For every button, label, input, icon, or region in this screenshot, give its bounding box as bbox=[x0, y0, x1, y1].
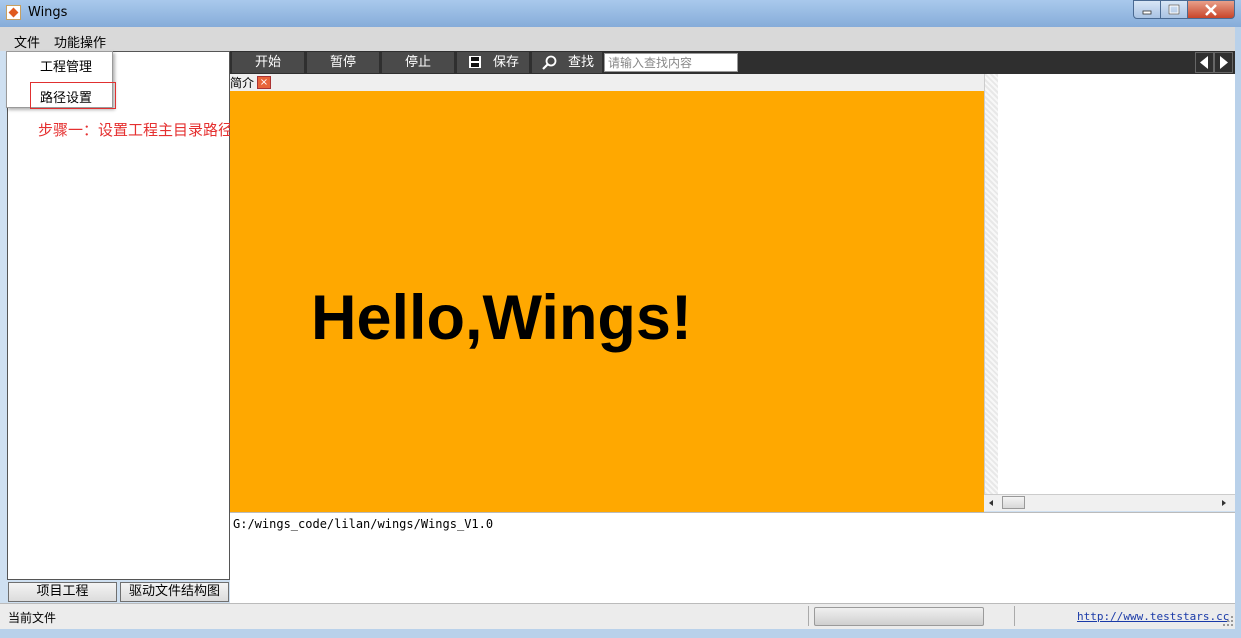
website-link[interactable]: http://www.teststars.cc bbox=[1077, 610, 1229, 623]
arrow-left-icon bbox=[1200, 56, 1208, 69]
close-icon bbox=[1205, 3, 1217, 16]
scroll-right-button[interactable] bbox=[1214, 52, 1233, 73]
pause-button[interactable]: 暂停 bbox=[307, 52, 379, 73]
app-icon bbox=[6, 5, 21, 20]
start-button[interactable]: 开始 bbox=[232, 52, 304, 73]
minimize-icon bbox=[1142, 10, 1152, 14]
project-tab-button[interactable]: 项目工程 bbox=[8, 582, 117, 602]
save-button[interactable]: 保存 bbox=[457, 52, 529, 73]
search-icon bbox=[542, 55, 557, 70]
window-frame bbox=[1235, 27, 1241, 638]
menu-bar bbox=[0, 27, 1241, 51]
window-title: Wings bbox=[28, 5, 68, 20]
scroll-left-button[interactable] bbox=[1195, 52, 1214, 73]
current-file-label: 当前文件 bbox=[8, 611, 57, 625]
maximize-button[interactable] bbox=[1160, 0, 1188, 19]
status-divider bbox=[1014, 606, 1015, 626]
title-bar bbox=[0, 0, 1241, 27]
driver-structure-tab-button[interactable]: 驱动文件结构图 bbox=[120, 582, 229, 602]
hello-text: Hello,Wings! bbox=[311, 283, 692, 353]
search-input[interactable] bbox=[604, 53, 738, 72]
find-button[interactable]: 查找 bbox=[532, 52, 602, 73]
scroll-right-arrow-icon bbox=[1222, 500, 1226, 506]
path-text: G:/wings_code/lilan/wings/Wings_V1.0 bbox=[233, 517, 494, 531]
tab-intro[interactable]: 简介 bbox=[230, 74, 254, 91]
step-annotation: 步骤一：设置工程主目录路径 bbox=[38, 121, 234, 139]
tab-strip bbox=[230, 74, 984, 91]
menu-item-project-management[interactable]: 工程管理 bbox=[40, 56, 92, 75]
highlight-box bbox=[30, 82, 116, 109]
scroll-left-arrow-icon bbox=[989, 500, 993, 506]
close-button[interactable] bbox=[1187, 0, 1235, 19]
progress-bar bbox=[814, 607, 984, 626]
resize-grip-icon[interactable] bbox=[1222, 615, 1234, 627]
window-frame bbox=[0, 629, 1241, 638]
save-icon bbox=[469, 56, 481, 68]
maximize-icon bbox=[1168, 4, 1180, 15]
minimize-button[interactable] bbox=[1133, 0, 1161, 19]
save-label: 保存 bbox=[493, 55, 520, 70]
stop-button[interactable]: 停止 bbox=[382, 52, 454, 73]
status-bar bbox=[0, 603, 1235, 629]
status-divider bbox=[808, 606, 809, 626]
tab-close-icon[interactable]: × bbox=[257, 76, 271, 89]
right-panel bbox=[998, 74, 1235, 494]
find-label: 查找 bbox=[568, 55, 595, 70]
arrow-right-icon bbox=[1220, 56, 1228, 69]
split-divider[interactable] bbox=[984, 74, 998, 494]
menu-functions[interactable]: 功能操作 bbox=[54, 32, 106, 51]
scrollbar-thumb[interactable] bbox=[1002, 496, 1025, 509]
menu-file[interactable]: 文件 bbox=[14, 32, 40, 51]
